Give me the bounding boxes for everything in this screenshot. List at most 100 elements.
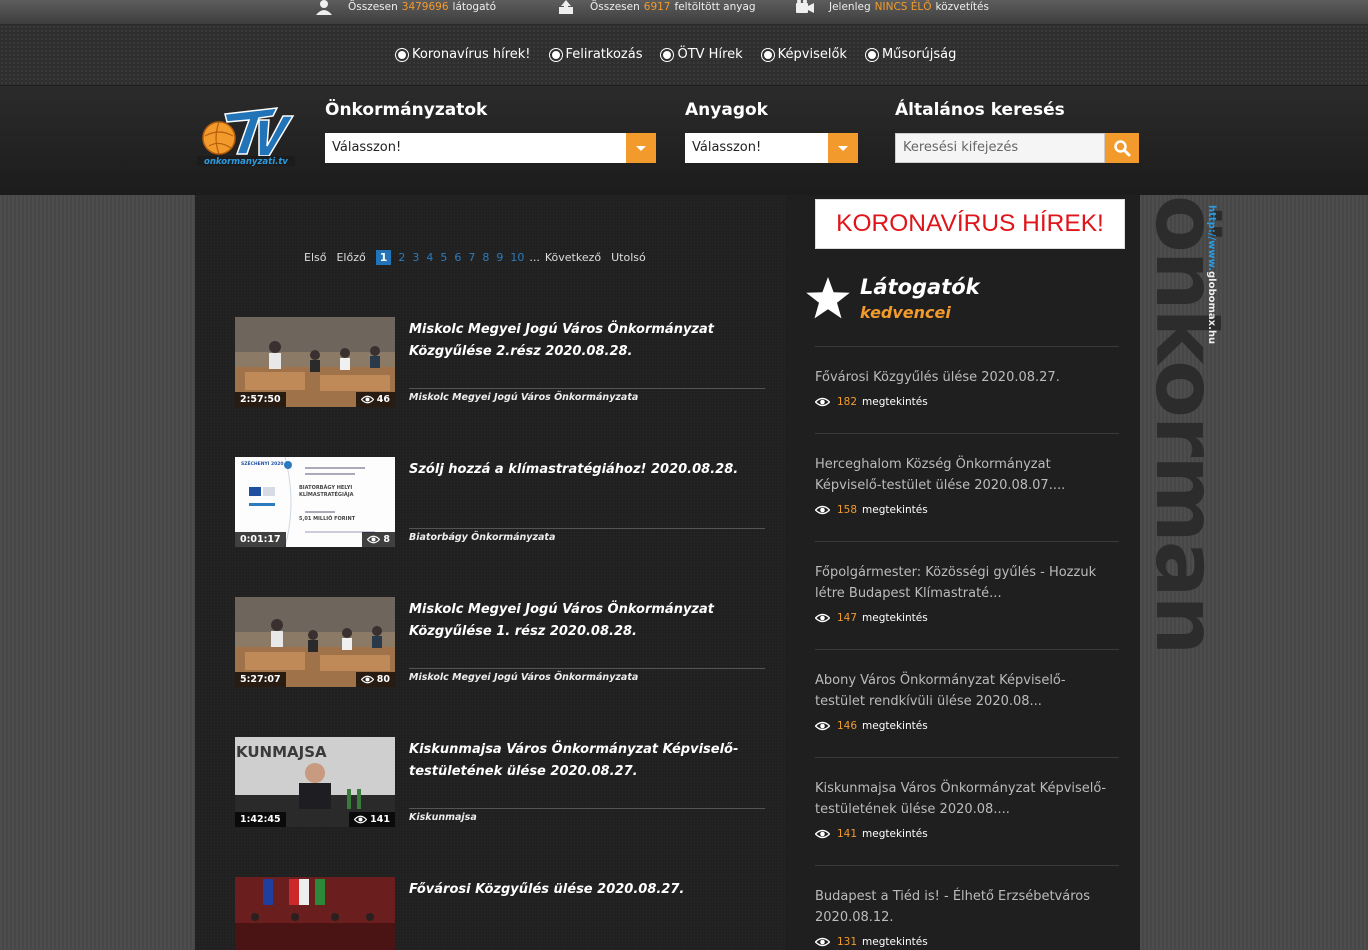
video-title[interactable]: Fővárosi Közgyűlés ülése 2020.08.27.: [409, 879, 749, 901]
pager-ellipsis: ...: [529, 251, 540, 264]
pager-page[interactable]: 10: [510, 251, 524, 264]
views-label: megtekintés: [862, 828, 928, 840]
eye-icon: [815, 505, 830, 515]
favorite-title[interactable]: Főpolgármester: Közösségi gyűlés - Hozzu…: [815, 562, 1115, 604]
pager-page[interactable]: 7: [468, 251, 475, 264]
favorite-title[interactable]: Herceghalom Község Önkormányzat Képvisel…: [815, 454, 1115, 496]
pager-page[interactable]: 9: [496, 251, 503, 264]
eye-icon: [815, 937, 830, 947]
site-header: onkormanyzati.tv Önkormányzatok Válasszo…: [0, 86, 1368, 195]
chevron-down-icon[interactable]: [626, 133, 656, 163]
favorite-title[interactable]: Abony Város Önkormányzat Képviselő-testü…: [815, 670, 1115, 712]
divider: [815, 757, 1119, 758]
video-list-item[interactable]: Fővárosi Közgyűlés ülése 2020.08.27.: [235, 877, 765, 950]
favorite-item[interactable]: Főpolgármester: Közösségi gyűlés - Hozzu…: [815, 562, 1115, 624]
divider: [815, 433, 1119, 434]
video-list-item[interactable]: 2:57:50 46 Miskolc Megyei Jogú Város Önk…: [235, 317, 765, 407]
favorite-title[interactable]: Fővárosi Közgyűlés ülése 2020.08.27.: [815, 367, 1115, 388]
pager-page[interactable]: 4: [426, 251, 433, 264]
pager-page[interactable]: 5: [440, 251, 447, 264]
views-count: 182: [837, 396, 858, 408]
video-title[interactable]: Miskolc Megyei Jogú Város Önkormányzat K…: [409, 599, 749, 643]
video-thumbnail[interactable]: KUNMAJSA 1:42:45 141: [235, 737, 395, 827]
koronavirus-banner[interactable]: KORONAVÍRUS HÍREK!: [815, 199, 1125, 249]
video-organization[interactable]: Miskolc Megyei Jogú Város Önkormányzata: [409, 672, 638, 683]
divider: [815, 346, 1119, 347]
thumb-header-text: SZÉCHENYI 2020: [241, 462, 284, 467]
globomax-link[interactable]: http://www.globomax.hu: [1206, 205, 1217, 344]
favorites-title: Látogatók: [860, 275, 980, 299]
views-count: 141: [837, 828, 858, 840]
nav-item-feliratkozas[interactable]: Feliratkozás: [549, 47, 643, 62]
stat-value: 3479696: [401, 1, 449, 13]
video-list-item[interactable]: 5:27:07 80 Miskolc Megyei Jogú Város Önk…: [235, 597, 765, 687]
video-list-item[interactable]: KUNMAJSA 1:42:45 141 Kiskunmajsa Város Ö…: [235, 737, 765, 827]
nav-item-koronavirus[interactable]: Koronavírus hírek!: [396, 47, 531, 62]
url-prefix: http://www.: [1206, 205, 1217, 272]
nav-label: Feliratkozás: [565, 47, 643, 62]
video-organization[interactable]: Miskolc Megyei Jogú Város Önkormányzata: [409, 392, 638, 403]
video-title[interactable]: Miskolc Megyei Jogú Város Önkormányzat K…: [409, 319, 749, 363]
video-title[interactable]: Szólj hozzá a klímastratégiához! 2020.08…: [409, 459, 749, 481]
pager-page[interactable]: 8: [482, 251, 489, 264]
video-organization[interactable]: Biatorbágy Önkormányzata: [409, 532, 555, 543]
label-onkormanyzatok: Önkormányzatok: [325, 100, 488, 120]
onkormanyzat-select[interactable]: Válasszon!: [325, 133, 656, 163]
video-title[interactable]: Kiskunmajsa Város Önkormányzat Képviselő…: [409, 739, 749, 783]
star-icon: [806, 277, 850, 319]
search-button[interactable]: [1105, 133, 1139, 163]
favorite-item[interactable]: Abony Város Önkormányzat Képviselő-testü…: [815, 670, 1115, 732]
video-list-item[interactable]: SZÉCHENYI 2020 BIATORBÁGY HELYI KLÍMASTR…: [235, 457, 765, 547]
views-label: megtekintés: [862, 936, 928, 948]
chevron-down-icon[interactable]: [828, 133, 858, 163]
video-organization[interactable]: Kiskunmajsa: [409, 812, 477, 823]
nav-item-otv-hirek[interactable]: ÖTV Hírek: [661, 47, 743, 62]
pager-first[interactable]: Első: [304, 251, 326, 264]
pager-last[interactable]: Utolsó: [611, 251, 646, 264]
video-views: 141: [349, 812, 395, 827]
pagination: Első Előző 1 2 3 4 5 6 7 8 9 10 ... Köve…: [304, 250, 656, 265]
pager-next[interactable]: Következő: [545, 251, 601, 264]
video-thumbnail[interactable]: 5:27:07 80: [235, 597, 395, 687]
views-count: 146: [837, 720, 858, 732]
video-duration: 1:42:45: [235, 812, 286, 827]
stats-bar: Összesen 3479696 látogató Összesen 6917 felt…: [0, 0, 1368, 25]
video-thumbnail[interactable]: 2:57:50 46: [235, 317, 395, 407]
divider: [409, 808, 765, 809]
favorite-item[interactable]: Fővárosi Közgyűlés ülése 2020.08.27. 182…: [815, 367, 1115, 408]
video-thumbnail[interactable]: [235, 877, 395, 950]
nav-item-kepviselok[interactable]: Képviselők: [761, 47, 847, 62]
bullet-icon: [761, 48, 774, 61]
favorite-title[interactable]: Budapest a Tiéd is! - Élhető Erzsébetvár…: [815, 886, 1115, 928]
favorite-item[interactable]: Kiskunmajsa Város Önkormányzat Képviselő…: [815, 778, 1115, 840]
bullet-icon: [549, 48, 562, 61]
site-logo[interactable]: onkormanyzati.tv: [197, 106, 295, 166]
video-views: 46: [355, 392, 395, 407]
label-anyagok: Anyagok: [685, 100, 768, 120]
favorite-title[interactable]: Kiskunmajsa Város Önkormányzat Képviselő…: [815, 778, 1115, 820]
eye-icon: [360, 395, 374, 404]
label-altalanos-kereses: Általános keresés: [895, 100, 1065, 120]
video-duration: 2:57:50: [235, 392, 286, 407]
pager-prev[interactable]: Előző: [336, 251, 365, 264]
views-count: 147: [837, 612, 858, 624]
favorite-views: 158 megtekintés: [815, 504, 1115, 516]
pager-page-current[interactable]: 1: [375, 250, 392, 265]
assembly-hall-image: [235, 877, 395, 950]
search-input[interactable]: Keresési kifejezés: [895, 133, 1105, 163]
pager-page[interactable]: 6: [454, 251, 461, 264]
stat-visitors: Összesen 3479696 látogató: [314, 0, 496, 24]
video-thumbnail[interactable]: SZÉCHENYI 2020 BIATORBÁGY HELYI KLÍMASTR…: [235, 457, 395, 547]
pager-page[interactable]: 2: [398, 251, 405, 264]
anyag-select[interactable]: Válasszon!: [685, 133, 858, 163]
visitor-icon: [316, 0, 332, 15]
divider: [815, 865, 1119, 866]
divider: [815, 541, 1119, 542]
nav-label: ÖTV Hírek: [677, 47, 743, 62]
nav-item-musorujsag[interactable]: Műsorújság: [865, 47, 956, 62]
favorite-item[interactable]: Herceghalom Község Önkormányzat Képvisel…: [815, 454, 1115, 516]
favorite-views: 141 megtekintés: [815, 828, 1115, 840]
divider: [409, 388, 765, 389]
pager-page[interactable]: 3: [412, 251, 419, 264]
favorite-item[interactable]: Budapest a Tiéd is! - Élhető Erzsébetvár…: [815, 886, 1115, 948]
